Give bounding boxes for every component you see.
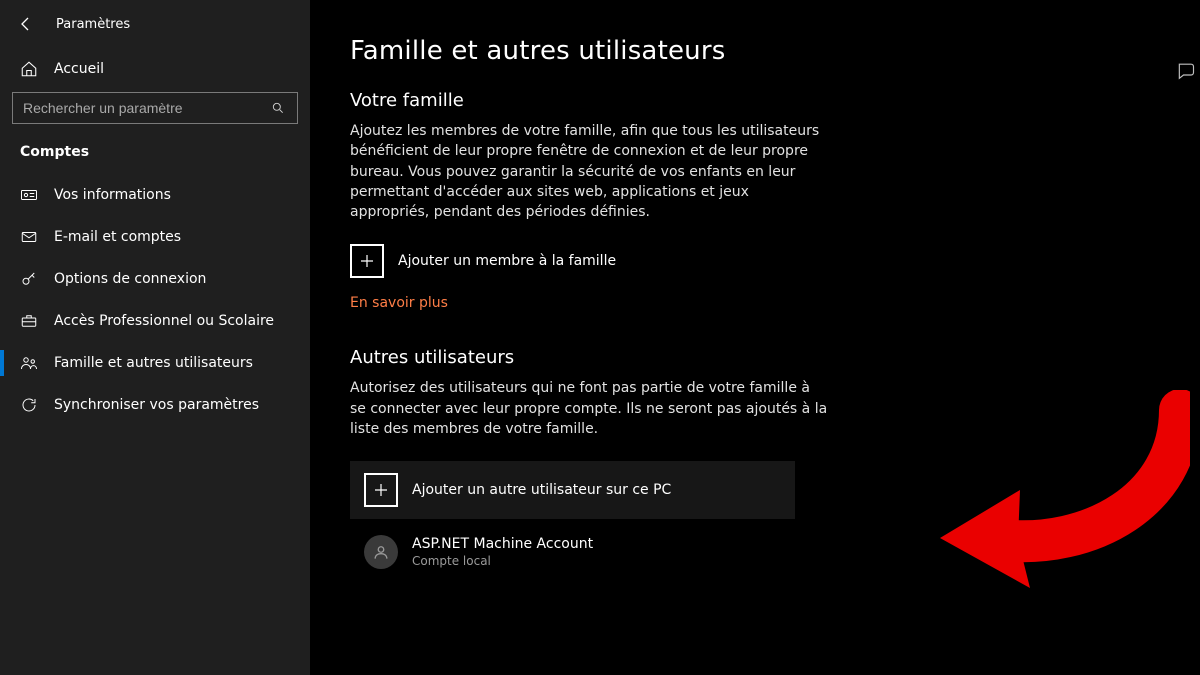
sidebar: Paramètres Accueil Comptes Vos infor [0,0,310,675]
sidebar-item-label: Accès Professionnel ou Scolaire [54,313,274,329]
search-icon [271,100,287,116]
sidebar-item-family-users[interactable]: Famille et autres utilisateurs [0,342,310,384]
help-icon[interactable] [1176,60,1196,84]
add-family-member-button[interactable]: Ajouter un membre à la famille [350,244,1160,278]
user-info-icon [20,186,38,204]
sidebar-menu: Vos informations E-mail et comptes Optio… [0,174,310,426]
family-icon [20,354,38,372]
home-button[interactable]: Accueil [0,50,310,92]
sidebar-item-email-accounts[interactable]: E-mail et comptes [0,216,310,258]
sidebar-item-your-info[interactable]: Vos informations [0,174,310,216]
add-other-user-label: Ajouter un autre utilisateur sur ce PC [412,482,671,498]
family-description: Ajoutez les membres de votre famille, af… [350,121,830,222]
back-icon[interactable] [18,16,34,32]
plus-icon [364,473,398,507]
search-input[interactable] [23,100,271,116]
sidebar-section-label: Comptes [0,138,310,174]
home-icon [20,60,38,78]
briefcase-icon [20,312,38,330]
sidebar-item-signin-options[interactable]: Options de connexion [0,258,310,300]
main-content: Famille et autres utilisateurs Votre fam… [310,0,1200,675]
search-input-wrapper[interactable] [12,92,298,124]
window-title: Paramètres [56,17,130,32]
sidebar-item-label: Famille et autres utilisateurs [54,355,253,371]
sidebar-item-work-school[interactable]: Accès Professionnel ou Scolaire [0,300,310,342]
key-icon [20,270,38,288]
family-heading: Votre famille [350,90,1160,111]
add-other-user-button[interactable]: Ajouter un autre utilisateur sur ce PC [350,461,795,519]
sidebar-item-sync[interactable]: Synchroniser vos paramètres [0,384,310,426]
avatar-icon [364,535,398,569]
learn-more-link[interactable]: En savoir plus [350,295,448,311]
sync-icon [20,396,38,414]
others-heading: Autres utilisateurs [350,347,1160,368]
add-family-member-label: Ajouter un membre à la famille [398,253,616,269]
sidebar-item-label: Vos informations [54,187,171,203]
email-icon [20,228,38,246]
sidebar-item-label: Options de connexion [54,271,206,287]
sidebar-item-label: E-mail et comptes [54,229,181,245]
account-row[interactable]: ASP.NET Machine Account Compte local [350,529,795,575]
account-subtitle: Compte local [412,554,593,569]
others-description: Autorisez des utilisateurs qui ne font p… [350,378,830,439]
page-title: Famille et autres utilisateurs [350,36,1160,66]
account-name: ASP.NET Machine Account [412,536,593,554]
plus-icon [350,244,384,278]
sidebar-item-label: Synchroniser vos paramètres [54,397,259,413]
home-label: Accueil [54,61,104,77]
titlebar: Paramètres [0,10,310,50]
